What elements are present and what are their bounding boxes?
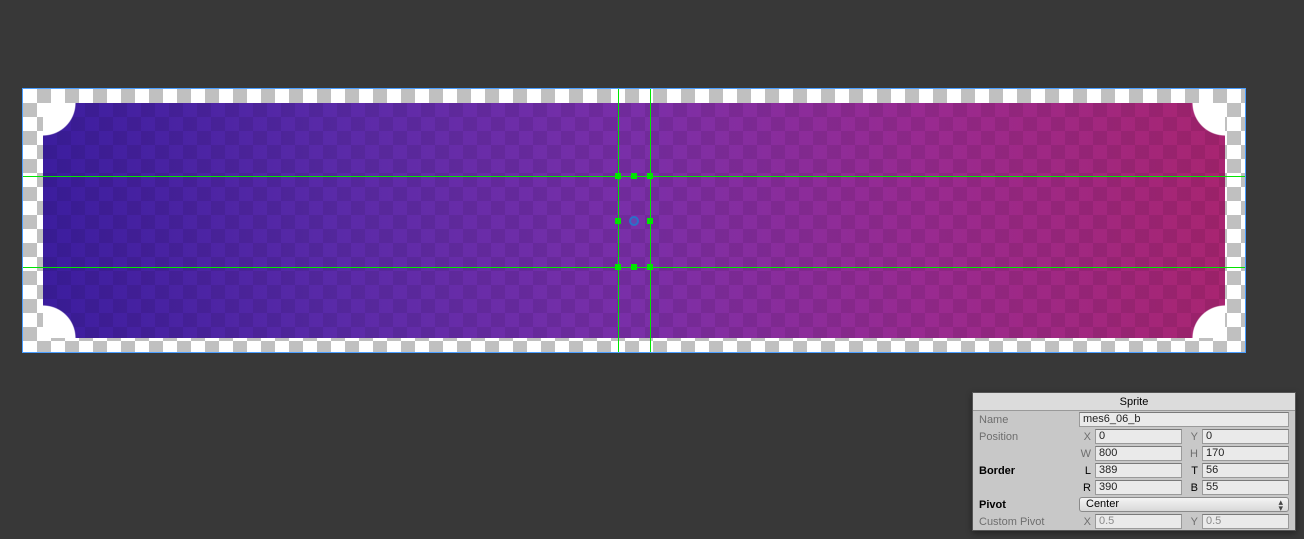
border-b-label: B [1186,482,1198,494]
size-w-field[interactable]: 800 [1095,446,1182,461]
border-label: Border [979,465,1075,477]
slice-handle[interactable] [647,173,653,179]
pos-y-field[interactable]: 0 [1202,429,1289,444]
custom-y-label: Y [1186,516,1198,528]
row-position: Position X 0 Y 0 [973,428,1295,445]
row-size: W 800 H 170 [973,445,1295,462]
border-b-field[interactable]: 55 [1202,480,1289,495]
position-label: Position [979,431,1075,443]
size-h-label: H [1186,448,1198,460]
custom-x-label: X [1079,516,1091,528]
pos-y-label: Y [1186,431,1198,443]
size-h-field[interactable]: 170 [1202,446,1289,461]
pivot-select-value: Center [1086,498,1119,510]
border-r-field[interactable]: 390 [1095,480,1182,495]
custom-y-field: 0.5 [1202,514,1289,529]
pivot-label: Pivot [979,499,1075,511]
row-custom-pivot: Custom Pivot X 0.5 Y 0.5 [973,513,1295,530]
border-r-label: R [1079,482,1091,494]
sprite-corner-cut [1191,304,1225,338]
custom-pivot-label: Custom Pivot [979,516,1075,528]
size-w-label: W [1079,448,1091,460]
border-t-label: T [1186,465,1198,477]
sprite-corner-cut [1191,103,1225,137]
sprite-inspector-panel: Sprite Name mes6_06_b Position X 0 Y 0 W… [972,392,1296,531]
slice-handle[interactable] [615,173,621,179]
pivot-select[interactable]: Center ▴▾ [1079,497,1289,512]
pos-x-label: X [1079,431,1091,443]
name-label: Name [979,414,1075,426]
name-field[interactable]: mes6_06_b [1079,412,1289,427]
pivot-handle[interactable] [629,216,639,226]
slice-handle[interactable] [631,264,637,270]
slice-handle[interactable] [647,218,653,224]
pos-x-field[interactable]: 0 [1095,429,1182,444]
row-border-rb: R 390 B 55 [973,479,1295,496]
panel-title: Sprite [973,393,1295,411]
slice-handle[interactable] [631,173,637,179]
custom-x-field: 0.5 [1095,514,1182,529]
slice-handle[interactable] [647,264,653,270]
row-name: Name mes6_06_b [973,411,1295,428]
border-t-field[interactable]: 56 [1202,463,1289,478]
border-l-field[interactable]: 389 [1095,463,1182,478]
border-l-label: L [1079,465,1091,477]
row-border-lt: Border L 389 T 56 [973,462,1295,479]
chevron-updown-icon: ▴▾ [1278,499,1283,511]
slice-handle[interactable] [615,218,621,224]
sprite-corner-cut [43,304,77,338]
sprite-editor-canvas[interactable] [22,88,1246,353]
row-pivot: Pivot Center ▴▾ [973,496,1295,513]
slice-handle[interactable] [615,264,621,270]
sprite-corner-cut [43,103,77,137]
